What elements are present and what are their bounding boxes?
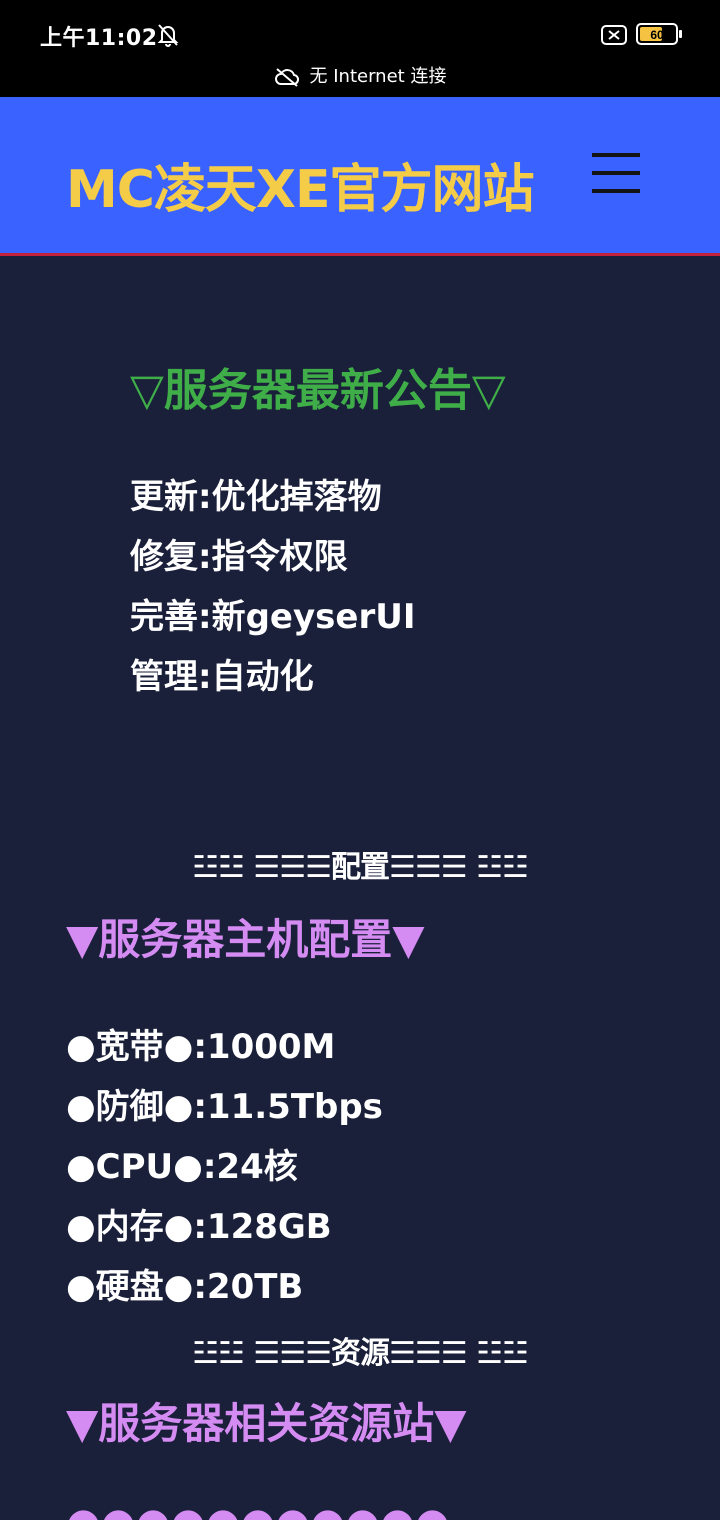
main-content: ▽服务器最新公告▽ 更新:优化掉落物 修复:指令权限 完善:新geyserUI … [0, 256, 720, 1520]
resources-section-title: ▼服务器相关资源站▼ [66, 1399, 467, 1448]
screen: 上午11:02 60 无 Internet 连接 MC凌天XE官方网站 ▽服务器… [0, 0, 720, 1520]
network-status: 无 Internet 连接 [0, 62, 720, 88]
spec-item: ●内存●:128GB [66, 1207, 332, 1247]
site-header: MC凌天XE官方网站 [0, 97, 720, 256]
spec-item: ●宽带●:1000M [66, 1027, 336, 1067]
config-section-title: ▼服务器主机配置▼ [66, 915, 425, 964]
notice-item: 管理:自动化 [130, 657, 314, 697]
notice-item: 完善:新geyserUI [130, 597, 416, 637]
network-status-text: 无 Internet 连接 [309, 66, 447, 87]
status-time: 上午11:02 [40, 26, 158, 51]
site-title[interactable]: MC凌天XE官方网站 [66, 147, 535, 222]
notice-item: 更新:优化掉落物 [130, 477, 382, 517]
notice-item: 修复:指令权限 [130, 537, 348, 577]
spec-item: ●硬盘●:20TB [66, 1267, 304, 1307]
spec-item: ●CPU●:24核 [66, 1147, 298, 1187]
resources-divider: ☳☳ ☰☰☰资源☰☰☰ ☳☳ [192, 1336, 529, 1371]
hamburger-menu-icon[interactable] [592, 153, 640, 197]
spec-item: ●防御●:11.5Tbps [66, 1087, 383, 1127]
notice-list: 更新:优化掉落物 修复:指令权限 完善:新geyserUI 管理:自动化 [130, 472, 415, 712]
cloud-off-icon [274, 68, 299, 87]
config-divider: ☳☳ ☰☰☰配置☰☰☰ ☳☳ [192, 850, 529, 885]
battery-level-text: 60 [650, 28, 664, 42]
spec-list: ●宽带●:1000M ●防御●:11.5Tbps ●CPU●:24核 ●内存●:… [66, 1022, 383, 1322]
bell-muted-icon [157, 24, 179, 47]
sim-disabled-icon [601, 25, 627, 45]
resource-item-partial[interactable]: ●●●●●●●●●●● [66, 1500, 450, 1520]
status-bar: 上午11:02 60 无 Internet 连接 [0, 0, 720, 97]
notice-title: ▽服务器最新公告▽ [130, 365, 506, 416]
battery-icon: 60 [636, 23, 682, 45]
